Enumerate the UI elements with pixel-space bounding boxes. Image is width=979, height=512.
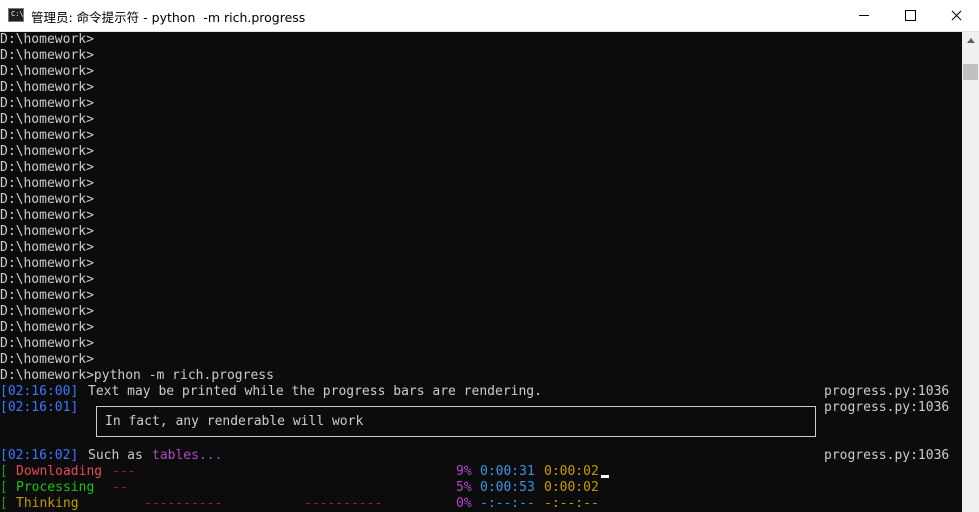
prompt-line: D:\homework>: [0, 272, 94, 287]
console-output[interactable]: D:\homework> D:\homework> D:\homework> D:\h…: [0, 32, 962, 512]
prompt-line: D:\homework>: [0, 64, 94, 79]
log-source: progress.py:1036: [824, 400, 950, 415]
prompt-line: D:\homework>: [0, 96, 94, 111]
title-bar[interactable]: C:\ 管理员: 命令提示符 - python -m rich.progress: [0, 0, 979, 32]
prompt-line: D:\homework>: [0, 48, 94, 63]
progress-row: [ Downloading --- 9% 0:00:31 0:00:02: [0, 464, 962, 480]
close-button[interactable]: [933, 0, 979, 31]
prompt-line: D:\homework>: [0, 32, 94, 47]
vertical-scrollbar[interactable]: [962, 32, 979, 512]
prompt-line: D:\homework>: [0, 352, 94, 367]
prompt-line: D:\homework>: [0, 128, 94, 143]
task-bracket: [: [0, 464, 8, 479]
prompt-line: D:\homework>: [0, 80, 94, 95]
prompt-line: D:\homework>: [0, 240, 94, 255]
log-time: [02:16:02]: [0, 448, 79, 463]
task-elapsed: -:--:--: [480, 496, 535, 511]
prompt-line: D:\homework>: [0, 336, 94, 351]
maximize-button[interactable]: [887, 0, 933, 31]
prompt-line: D:\homework>: [0, 176, 94, 191]
task-percent: 0%: [456, 496, 472, 511]
log-text: Text may be printed while the progress b…: [88, 384, 542, 399]
text-cursor: [601, 475, 609, 478]
progress-row: [ Thinking ---------- ---------- 0% -:--…: [0, 496, 962, 512]
progress-bar: --: [112, 480, 128, 495]
prompt-line: D:\homework>: [0, 304, 94, 319]
scroll-up-arrow-icon[interactable]: [962, 32, 979, 49]
task-percent: 5%: [456, 480, 472, 495]
prompt-line: D:\homework>: [0, 288, 94, 303]
task-elapsed: 0:00:53: [480, 480, 535, 495]
cmd-icon: C:\: [8, 8, 24, 22]
prompt-line: D:\homework>: [0, 160, 94, 175]
prompt-line: D:\homework>: [0, 144, 94, 159]
window-title: 管理员: 命令提示符 - python -m rich.progress: [31, 10, 306, 25]
progress-row: [ Processing -- 5% 0:00:53 0:00:02: [0, 480, 962, 496]
prompt-line: D:\homework>: [0, 192, 94, 207]
prompt-line: D:\homework>: [0, 112, 94, 127]
prompt-line: D:\homework>: [0, 320, 94, 335]
task-remaining: 0:00:02: [544, 480, 599, 495]
task-elapsed: 0:00:31: [480, 464, 535, 479]
prompt-line: D:\homework>: [0, 208, 94, 223]
log-time: [02:16:01]: [0, 400, 79, 415]
log-highlight: tables...: [152, 448, 223, 463]
task-name: Processing: [16, 480, 95, 495]
task-bracket: [: [0, 496, 8, 511]
progress-bar: ----------: [144, 496, 223, 511]
progress-bar-segment: ----------: [304, 496, 383, 511]
log-source: progress.py:1036: [824, 384, 950, 399]
log-line: [02:16:02] Such as tables... progress.py…: [0, 448, 962, 464]
panel-text: In fact, any renderable will work: [105, 414, 364, 429]
progress-bar: ---: [112, 464, 136, 479]
prompt-line: D:\homework>: [0, 256, 94, 271]
log-line: [02:16:00] Text may be printed while the…: [0, 384, 962, 400]
task-name: Downloading: [16, 464, 103, 479]
renderable-panel: In fact, any renderable will work: [96, 406, 816, 437]
command-line: D:\homework>python -m rich.progress: [0, 368, 274, 383]
task-remaining: -:--:--: [544, 496, 599, 511]
log-time: [02:16:00]: [0, 384, 79, 399]
task-name: Thinking: [16, 496, 79, 511]
scrollbar-thumb[interactable]: [963, 64, 978, 80]
task-remaining: 0:00:02: [544, 464, 599, 479]
log-text: Such as: [88, 448, 151, 463]
task-percent: 9%: [456, 464, 472, 479]
minimize-button[interactable]: [841, 0, 887, 31]
prompt-line: D:\homework>: [0, 224, 94, 239]
task-bracket: [: [0, 480, 8, 495]
log-source: progress.py:1036: [824, 448, 950, 463]
